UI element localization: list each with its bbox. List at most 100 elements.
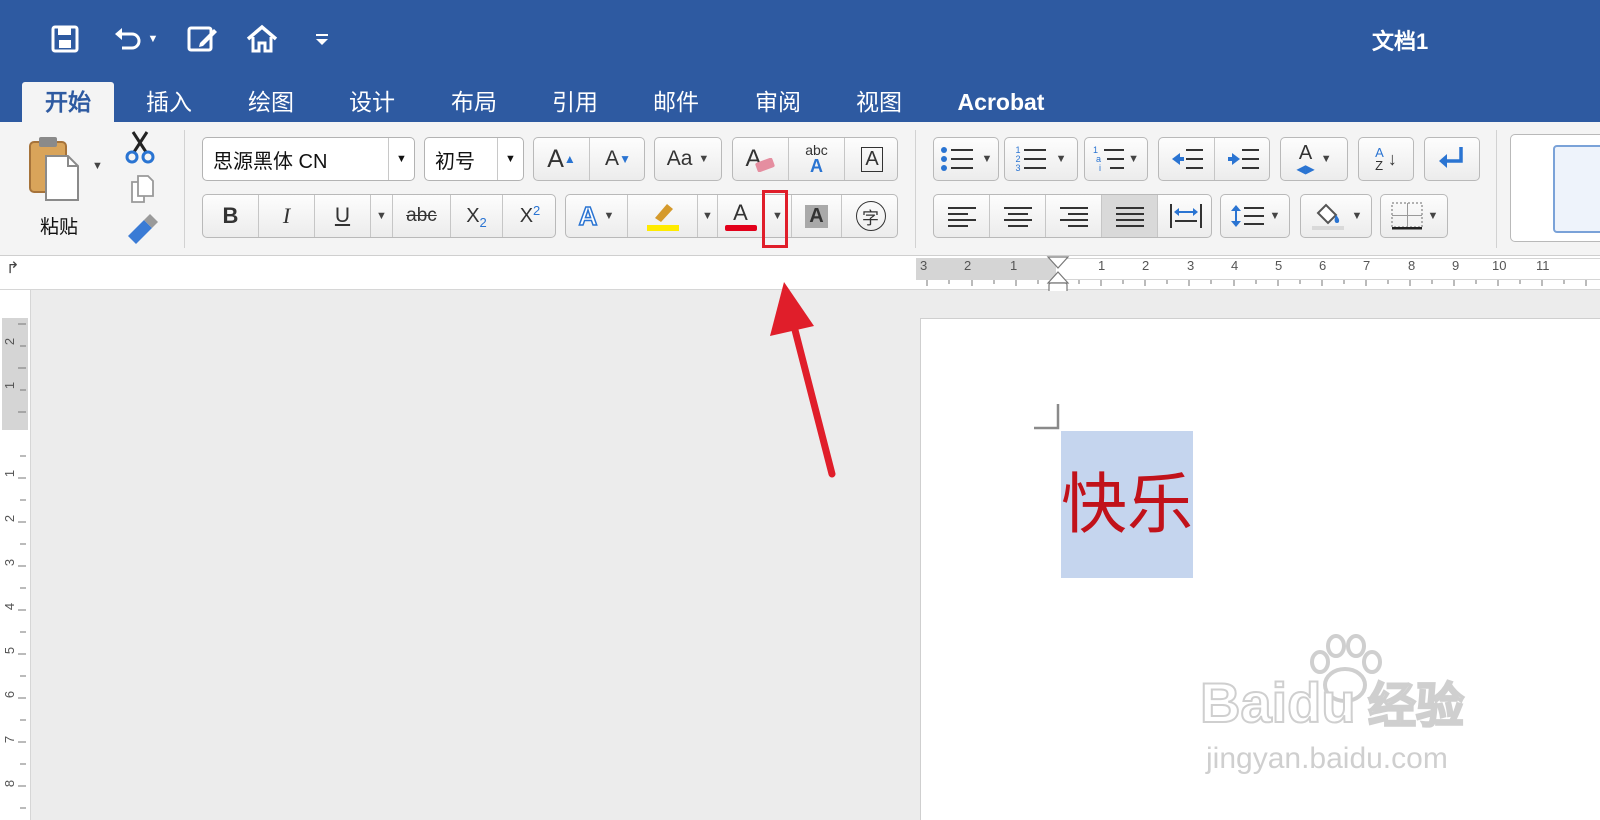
enclose-characters-button[interactable]: 字 [842, 195, 899, 237]
text-effects-button[interactable]: A ▼ [566, 195, 628, 237]
tab-stop-selector[interactable]: ↱ [6, 258, 19, 278]
home-icon [246, 24, 278, 53]
asian-layout-button[interactable]: A ◀▶ ▼ [1280, 137, 1348, 181]
tab-references[interactable]: 引用 [534, 82, 616, 122]
font-name-value: 思源黑体 CN [213, 150, 328, 173]
group-separator [184, 130, 185, 248]
indent-group [1158, 137, 1270, 181]
align-right-button[interactable] [1046, 195, 1102, 237]
align-center-button[interactable] [990, 195, 1046, 237]
copy-button[interactable] [128, 174, 158, 204]
distributed-button[interactable] [1158, 195, 1213, 237]
phonetic-guide-button[interactable]: abc A [789, 138, 845, 180]
alignment-group [933, 194, 1212, 238]
highlight-button[interactable] [628, 195, 698, 237]
asian-layout-icon: A ◀▶ [1296, 142, 1315, 176]
return-arrow-icon [1439, 147, 1463, 168]
customize-quick-access-button[interactable] [312, 20, 332, 58]
show-marks-button[interactable] [1424, 137, 1480, 181]
font-size-group: A ▲ A ▼ [533, 137, 645, 181]
copy-icon [131, 175, 154, 203]
indent-marker-icon[interactable] [1046, 256, 1070, 296]
grow-font-button[interactable]: A ▲ [534, 138, 590, 180]
align-left-icon [947, 207, 976, 227]
strikethrough-button[interactable]: abc [393, 195, 451, 237]
change-case-button[interactable]: Aa ▼ [654, 137, 722, 181]
group-separator [915, 130, 916, 248]
tab-home[interactable]: 开始 [22, 82, 114, 122]
font-color-button[interactable]: A [718, 195, 764, 237]
format-painter-button[interactable] [124, 214, 160, 246]
borders-icon [1390, 202, 1423, 230]
ruler-number: 6 [1319, 258, 1327, 273]
paste-label: 粘贴 [40, 217, 79, 238]
bold-button[interactable]: B [203, 195, 259, 237]
font-color-swatch [724, 224, 757, 231]
save-button[interactable] [48, 20, 82, 58]
paste-button[interactable]: ▼ 粘贴 [22, 132, 104, 244]
character-border-button[interactable]: A [845, 138, 899, 180]
home-button[interactable] [244, 20, 280, 58]
line-spacing-button[interactable]: ▼ [1220, 194, 1290, 238]
italic-button[interactable]: I [259, 195, 315, 237]
font-format-group: A abc A A [732, 137, 898, 181]
chevron-down-icon: ▼ [603, 210, 615, 222]
cut-button[interactable] [124, 130, 160, 164]
font-name-select[interactable]: 思源黑体 CN ▼ [202, 137, 415, 181]
save-icon [51, 25, 79, 53]
tab-review[interactable]: 审阅 [737, 82, 819, 122]
paint-bucket-icon [1311, 203, 1344, 230]
style-thumbnail[interactable] [1553, 145, 1600, 233]
align-center-icon [1003, 207, 1032, 227]
numbering-button[interactable]: 1 2 3 ▼ [1004, 137, 1078, 181]
shading-button[interactable]: ▼ [1300, 194, 1372, 238]
highlight-dropdown-button[interactable]: ▼ [698, 195, 718, 237]
format-painter-icon [128, 214, 158, 244]
chevron-down-icon: ▼ [388, 138, 414, 180]
tab-insert[interactable]: 插入 [128, 82, 210, 122]
chevron-down-icon: ▼ [981, 153, 993, 165]
align-right-icon [1059, 207, 1088, 227]
undo-icon [114, 28, 141, 50]
character-shading-button[interactable]: A [792, 195, 842, 237]
shrink-arrow-icon: ▼ [619, 152, 631, 166]
tab-layout[interactable]: 布局 [433, 82, 515, 122]
tab-acrobat[interactable]: Acrobat [945, 82, 1057, 122]
justify-button[interactable] [1102, 195, 1158, 237]
edit-button[interactable] [184, 20, 222, 58]
line-spacing-icon [1230, 205, 1264, 227]
undo-dropdown-icon[interactable]: ▼ [148, 33, 159, 45]
tab-mailings[interactable]: 邮件 [635, 82, 717, 122]
watermark-product: 经验 [1367, 679, 1465, 734]
shrink-font-button[interactable]: A ▼ [590, 138, 646, 180]
ruler-number: 3 [920, 258, 928, 273]
chevron-down-icon: ▼ [1351, 210, 1363, 222]
borders-button[interactable]: ▼ [1380, 194, 1448, 238]
undo-button[interactable]: ▼ [106, 20, 164, 58]
clear-formatting-button[interactable]: A [733, 138, 789, 180]
change-case-icon: Aa [666, 147, 693, 170]
chevron-down-icon: ▼ [376, 210, 387, 222]
selected-text[interactable]: 快乐 [1061, 431, 1193, 578]
styles-gallery[interactable] [1510, 134, 1600, 242]
ruler-number: 3 [1187, 258, 1195, 273]
underline-dropdown-button[interactable]: ▼ [371, 195, 393, 237]
align-left-button[interactable] [934, 195, 990, 237]
tab-draw[interactable]: 绘图 [230, 82, 312, 122]
chevron-down-icon: ▼ [1055, 153, 1067, 165]
decrease-indent-button[interactable] [1159, 138, 1215, 180]
tab-design[interactable]: 设计 [331, 82, 413, 122]
increase-indent-button[interactable] [1215, 138, 1271, 180]
bullets-button[interactable]: ▼ [933, 137, 999, 181]
sort-button[interactable]: A Z ↓ [1358, 137, 1414, 181]
vertical-ruler[interactable]: 2 1 1 2 3 4 5 6 7 8 [0, 290, 31, 820]
ruler-number: 1 [1098, 258, 1106, 273]
subscript-button[interactable]: X 2 [451, 195, 503, 237]
decrease-indent-icon [1171, 149, 1203, 169]
superscript-button[interactable]: X 2 [503, 195, 557, 237]
paste-dropdown-icon[interactable]: ▼ [92, 160, 103, 172]
tab-view[interactable]: 视图 [838, 82, 920, 122]
multilevel-list-button[interactable]: 1 a i ▼ [1084, 137, 1148, 181]
underline-button[interactable]: U [315, 195, 371, 237]
font-size-select[interactable]: 初号 ▼ [424, 137, 524, 181]
